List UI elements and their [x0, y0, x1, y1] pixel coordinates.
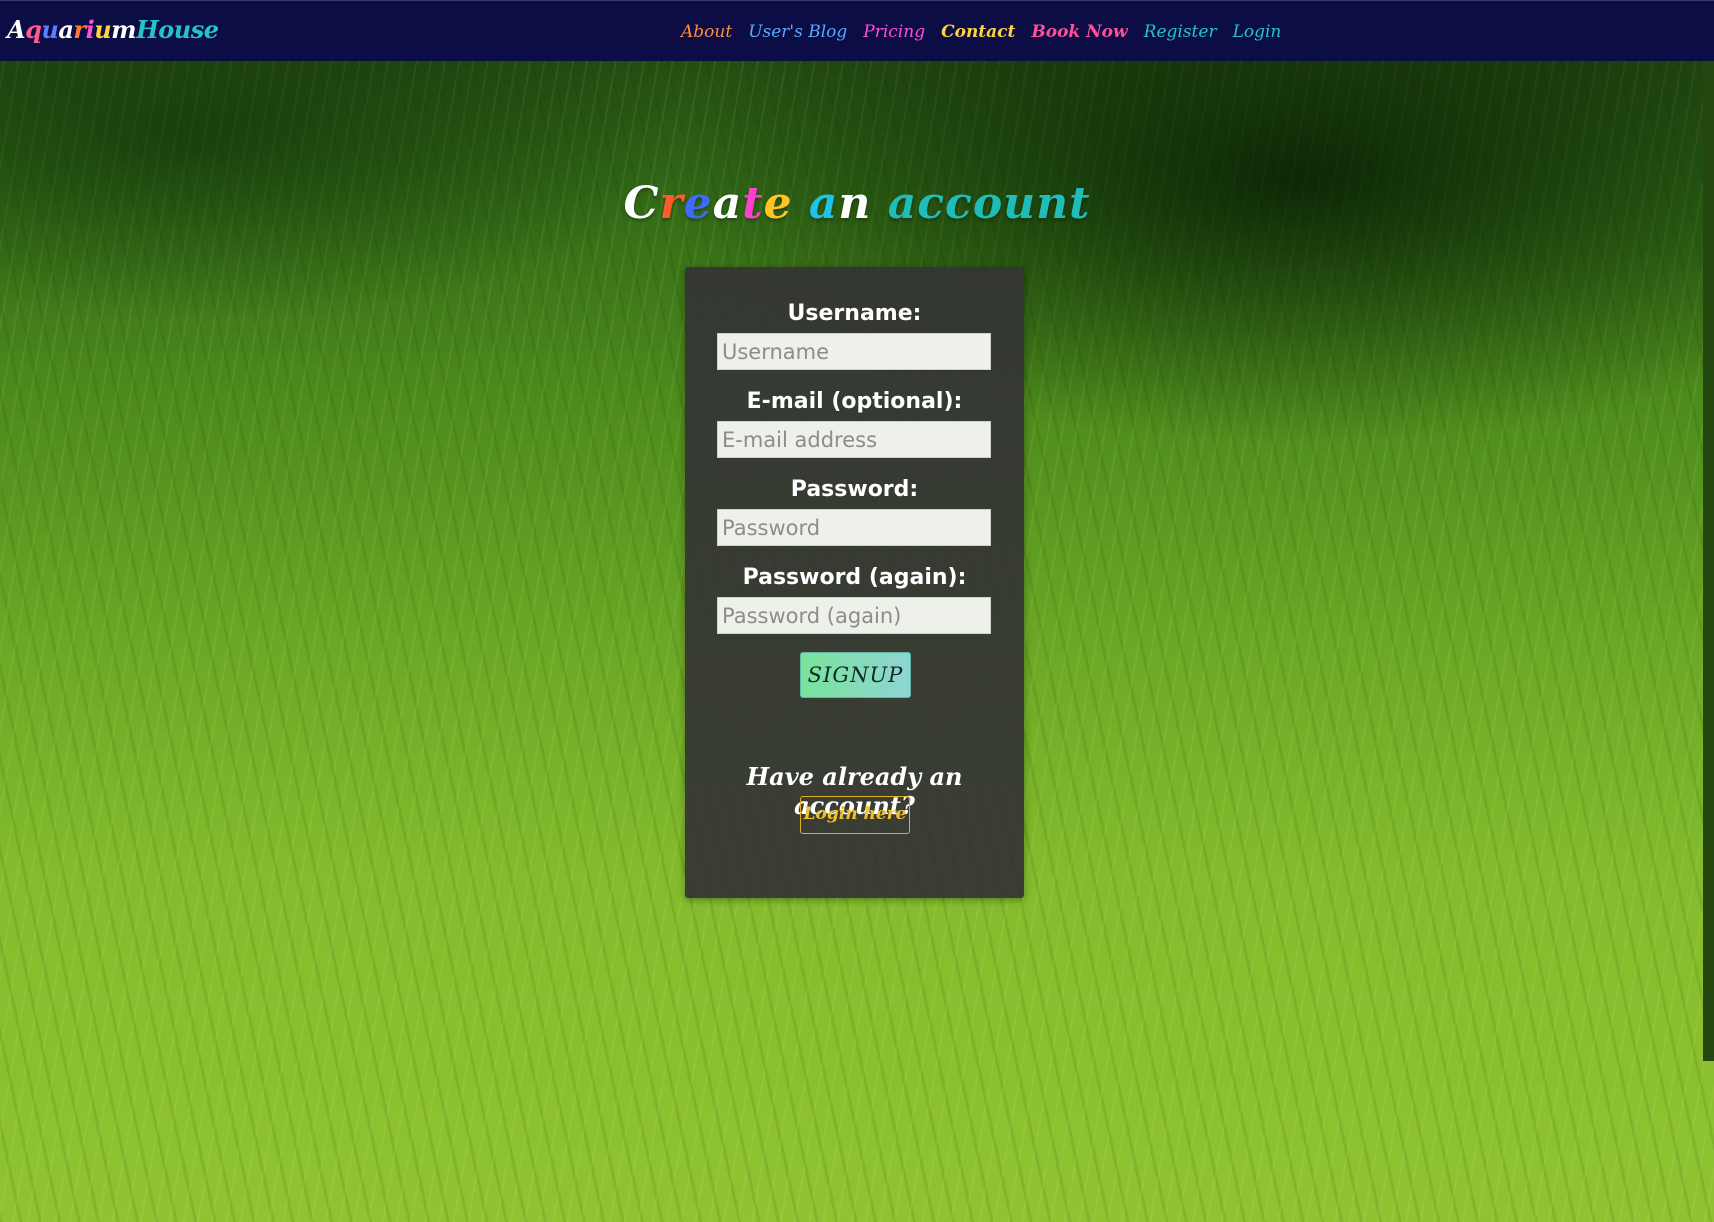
email-label: E-mail (optional): [746, 389, 963, 414]
nav-link-book-now[interactable]: Book Now [1031, 20, 1127, 44]
username-label: Username: [787, 301, 922, 326]
nav-link-register[interactable]: Register [1144, 20, 1217, 44]
login-here-link[interactable]: Login here [800, 796, 910, 834]
nav-link-pricing[interactable]: Pricing [863, 20, 925, 44]
brand-letter: House [136, 15, 219, 44]
main-nav: About User's Blog Pricing Contact Book Now Re… [681, 20, 1297, 44]
email-input[interactable] [717, 421, 991, 458]
brand-letter: A [7, 15, 26, 44]
brand-logo[interactable]: AquariumHouse [7, 15, 219, 44]
nav-link-about[interactable]: About [681, 20, 732, 44]
title-segment: a [808, 178, 839, 229]
nav-link-user-s-blog[interactable]: User's Blog [748, 20, 847, 44]
title-segment [793, 178, 809, 229]
brand-letter: r [73, 15, 86, 44]
page-title: Create an account [0, 178, 1714, 229]
title-segment: C [623, 178, 660, 229]
brand-letter: i [85, 15, 95, 44]
title-segment: e [683, 178, 713, 229]
password-again-input[interactable] [717, 597, 991, 634]
title-segment: account [887, 178, 1091, 229]
title-segment: r [659, 178, 684, 229]
brand-letter: u [41, 15, 59, 44]
signup-card: Username: E-mail (optional): Password: P… [685, 267, 1024, 898]
nav-link-login[interactable]: Login [1233, 20, 1282, 44]
brand-letter: m [111, 15, 137, 44]
title-segment: n [838, 178, 872, 229]
brand-letter: a [58, 15, 74, 44]
top-navbar: AquariumHouse About User's Blog Pricing Con… [0, 0, 1714, 61]
username-input[interactable] [717, 333, 991, 370]
title-segment: t [742, 178, 764, 229]
password-input[interactable] [717, 509, 991, 546]
password-again-label: Password (again): [742, 565, 967, 590]
nav-link-contact[interactable]: Contact [941, 20, 1015, 44]
brand-letter: u [94, 15, 112, 44]
signup-button[interactable]: SIGNUP [800, 652, 911, 698]
title-segment [871, 178, 887, 229]
title-segment: a [712, 178, 743, 229]
brand-letter: q [25, 15, 42, 44]
title-segment: e [763, 178, 793, 229]
password-label: Password: [790, 477, 919, 502]
